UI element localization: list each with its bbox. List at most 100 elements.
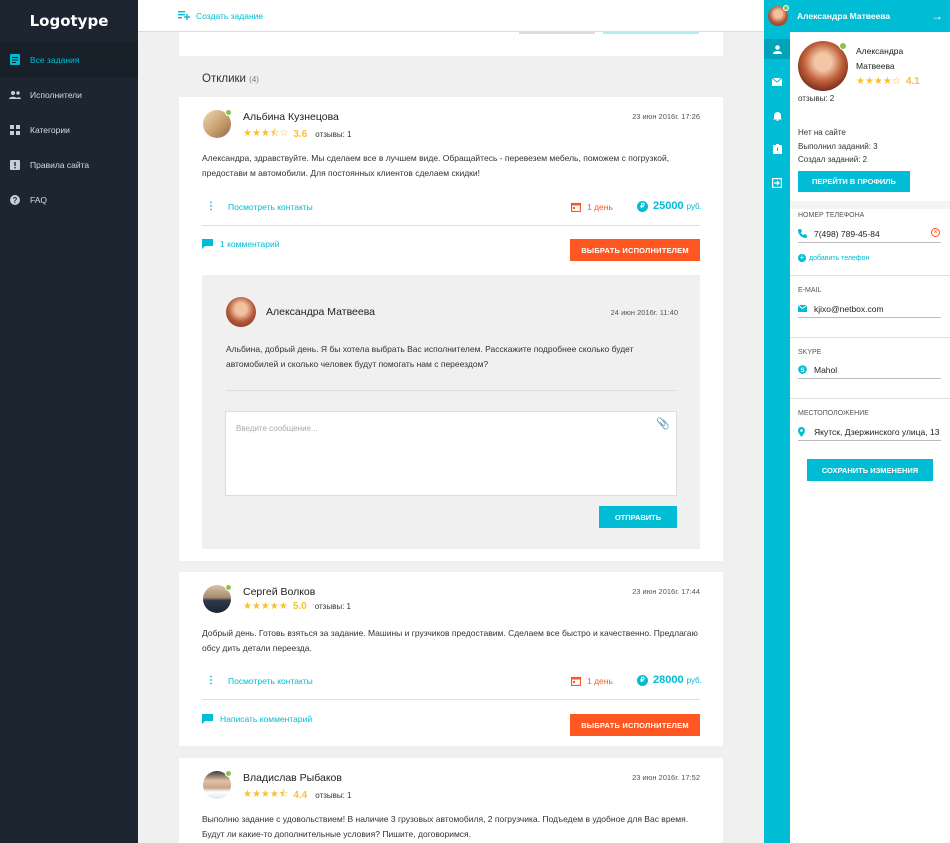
send-button[interactable]: ОТПРАВИТЬ: [599, 506, 677, 528]
sidebar-item-faq[interactable]: ? FAQ: [0, 182, 138, 217]
person-icon: [772, 44, 782, 54]
save-changes-button[interactable]: СОХРАНИТЬ ИЗМЕНЕНИЯ: [807, 459, 933, 481]
response-avatar-wrap: [203, 770, 232, 799]
tab-tasks[interactable]: [764, 139, 790, 159]
profile-first-name: Александра: [856, 46, 904, 56]
response-text: Александра, здравствуйте. Мы сделаем все…: [202, 153, 670, 178]
term-days-value: 1 день: [587, 202, 613, 212]
rating-stars: ★★★★☆: [856, 76, 901, 87]
location-value: Якутск, Дзержинского улица, 13: [814, 426, 940, 437]
topbar: Создать задание: [138, 0, 764, 32]
panel-tab-strip: [764, 0, 790, 843]
online-indicator: [225, 584, 232, 591]
phone-icon: [798, 229, 808, 238]
calendar-icon: [571, 202, 581, 212]
performer-name[interactable]: Сергей Волков: [243, 586, 315, 598]
bell-icon: [772, 112, 782, 121]
email-field[interactable]: kjixo@netbox.com: [798, 300, 941, 318]
choose-performer-button[interactable]: ВЫБРАТЬ ИСПОЛНИТЕЛЕМ: [570, 714, 700, 736]
view-contacts-link[interactable]: ⋮ Посмотреть контакты: [206, 675, 313, 686]
rating-stars: ★★★★⯪: [243, 789, 289, 800]
view-contacts-link[interactable]: ⋮ Посмотреть контакты: [206, 201, 313, 212]
remove-phone-icon[interactable]: ×: [931, 228, 940, 237]
sidebar-item-label: FAQ: [30, 194, 48, 205]
task-icon: [9, 54, 21, 66]
avatar[interactable]: [768, 5, 789, 26]
avatar[interactable]: [203, 584, 232, 613]
profile-reviews: отзывы: 2: [798, 94, 835, 103]
online-indicator: [783, 5, 789, 11]
view-contacts-label: Посмотреть контакты: [228, 201, 313, 212]
performer-rating: ★★★⯪☆ 3.6 отзывы: 1: [243, 126, 352, 143]
assignment-icon: [772, 144, 782, 154]
attach-icon[interactable]: 📎: [656, 417, 670, 430]
response-card: Сергей Волков ★★★★★ 5.0 отзывы: 1 23 июн…: [179, 572, 723, 746]
location-label: МЕСТОПОЛОЖЕНИЕ: [798, 410, 869, 417]
playlist-add-icon: [178, 11, 190, 20]
response-text: Добрый день. Готовь взяться за задание. …: [202, 628, 698, 653]
more-vert-icon: ⋮: [206, 201, 216, 212]
go-to-profile-button[interactable]: ПЕРЕЙТИ В ПРОФИЛЬ: [798, 171, 910, 192]
profile-panel: Александра Матвеева ★★★★☆ 4.1 отзывы: 2 …: [790, 32, 950, 843]
rating-value: 4.4: [293, 790, 308, 801]
comment-date: 24 июн 2016г. 11:40: [610, 308, 678, 317]
tab-logout[interactable]: [764, 173, 790, 193]
svg-text:S: S: [800, 367, 805, 374]
choose-performer-button[interactable]: ВЫБРАТЬ ИСПОЛНИТЕЛЕМ: [570, 239, 700, 261]
term-days: 1 день: [571, 202, 613, 212]
reviews-count: отзывы: 1: [315, 791, 352, 800]
mail-icon: [772, 78, 782, 86]
task-card-bottom: [179, 32, 723, 56]
online-indicator: [839, 42, 847, 50]
tab-notifications[interactable]: [764, 106, 790, 126]
sidebar-item-rules[interactable]: Правила сайта: [0, 147, 138, 182]
svg-text:?: ?: [13, 196, 18, 205]
tab-profile[interactable]: [764, 39, 790, 59]
rating-stars: ★★★⯪☆: [243, 128, 289, 139]
avatar[interactable]: [798, 41, 848, 91]
divider: [202, 699, 700, 700]
avatar[interactable]: [203, 109, 232, 138]
avatar[interactable]: [226, 297, 256, 327]
performer-name[interactable]: Альбина Кузнецова: [243, 111, 339, 123]
rating-value: 4.1: [905, 76, 920, 87]
phone-value: 7(498) 789-45-84: [814, 228, 880, 239]
created-tasks: Создал заданий: 2: [798, 155, 868, 164]
performer-rating: ★★★★⯪ 4.4 отзывы: 1: [243, 787, 352, 804]
location-field[interactable]: Якутск, Дзержинского улица, 13: [798, 423, 941, 441]
hidden-button-edge: [603, 32, 699, 34]
help-icon: ?: [9, 194, 21, 206]
sidebar-item-categories[interactable]: Категории: [0, 112, 138, 147]
message-input[interactable]: Введите сообщение... 📎: [225, 411, 677, 496]
performer-name[interactable]: Владислав Рыбаков: [243, 772, 342, 784]
phone-field[interactable]: 7(498) 789-45-84 ×: [798, 225, 941, 243]
response-text: Выполню задание с удовольствием! В налич…: [202, 814, 689, 839]
comment-text: Альбина, добрый день. Я бы хотела выбрат…: [226, 344, 634, 369]
sidebar-item-label: Категории: [30, 124, 70, 135]
response-avatar-wrap: [203, 584, 232, 613]
panel-header: Александра Матвеева →: [764, 0, 950, 32]
price-value: 25000: [653, 200, 684, 212]
responses-count: (4): [249, 75, 259, 84]
avatar[interactable]: [203, 770, 232, 799]
write-comment-link[interactable]: Написать комментарий: [202, 714, 312, 724]
comments-link[interactable]: 1 комментарий: [202, 239, 280, 249]
skype-field[interactable]: S Mahol: [798, 361, 941, 379]
comment-thread: Александра Матвеева 24 июн 2016г. 11:40 …: [202, 275, 700, 549]
online-status: Нет на сайте: [798, 128, 846, 137]
sidebar-item-performers[interactable]: Исполнители: [0, 77, 138, 112]
create-task-label: Создать задание: [196, 10, 264, 21]
email-label: E-MAIL: [798, 287, 822, 294]
comment-author[interactable]: Александра Матвеева: [266, 306, 375, 318]
divider: [202, 225, 700, 226]
sidebar: Logotype Все задания Исполнители Категор…: [0, 0, 138, 843]
sidebar-item-all-tasks[interactable]: Все задания: [0, 42, 138, 77]
logo[interactable]: Logotype: [0, 0, 138, 42]
arrow-forward-icon[interactable]: →: [931, 9, 943, 23]
more-vert-icon: ⋮: [206, 675, 216, 686]
add-phone-link[interactable]: + добавить телефон: [798, 254, 869, 262]
divider: [790, 275, 950, 276]
create-task-button[interactable]: Создать задание: [178, 11, 263, 21]
skype-label: SKYPE: [798, 349, 822, 356]
tab-messages[interactable]: [764, 72, 790, 92]
